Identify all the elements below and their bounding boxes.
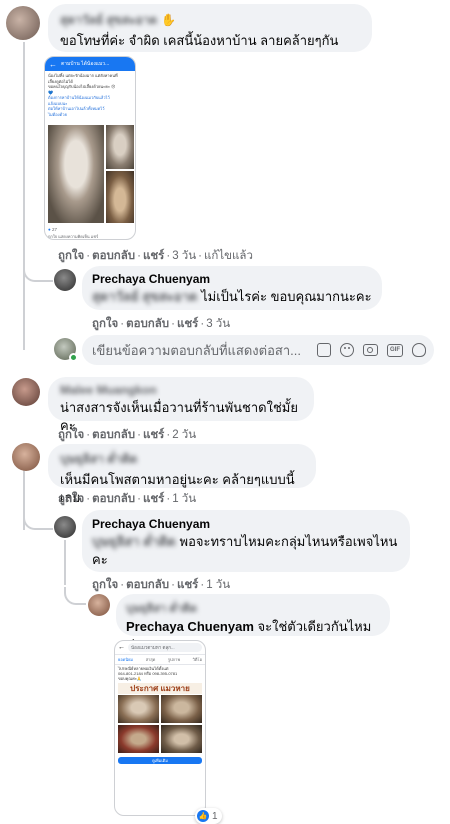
reply-text: ไม่เป็นไรค่ะ ขอบคุณมากนะคะ (201, 289, 372, 304)
avatar[interactable] (12, 378, 40, 406)
cat-photo (118, 695, 159, 723)
reply-bubble: บุษยุลิสา ต่ำติด Prechaya Chuenyam จะใช่… (116, 594, 390, 652)
back-icon: ← (118, 644, 125, 651)
timestamp[interactable]: 1 วัน (172, 493, 196, 505)
like-button[interactable]: ถูกใจ (58, 250, 84, 262)
sticker-icon[interactable] (317, 343, 331, 357)
timestamp[interactable]: 1 วัน (206, 579, 230, 591)
comment-actions: ถูกใจ · ตอบกลับ · แชร์ · 3 วัน (92, 318, 231, 330)
avatar[interactable] (6, 6, 40, 40)
screenshot-tab: วิดีโอ (192, 657, 202, 662)
like-button[interactable]: ถูกใจ (58, 493, 84, 505)
reply-button[interactable]: ตอบกลับ (92, 250, 135, 262)
cat-photo (106, 125, 134, 169)
comment-actions: ถูกใจ · ตอบกลับ · แชร์ · 3 วัน · แก้ไขแล้ว (58, 250, 253, 262)
share-button[interactable]: แชร์ (177, 579, 198, 591)
reply-input-box[interactable]: เขียนข้อความตอบกลับที่แสดงต่อสา... GIF (82, 335, 434, 365)
screenshot-more-button: ดูเพิ่มเติม (118, 757, 202, 764)
edited-label[interactable]: แก้ไขแล้ว (204, 250, 253, 262)
comment-text: บุษยุลิสา ต่ำติด พอจะทราบไหมคะกลุ่มไหนหร… (92, 533, 400, 569)
cat-photo (118, 725, 159, 753)
like-button[interactable]: ถูกใจ (92, 579, 118, 591)
reaction-count: 27 (51, 227, 57, 232)
online-status-dot (69, 353, 78, 362)
timestamp[interactable]: 3 วัน (206, 318, 230, 330)
cat-photo (48, 125, 104, 223)
comment-actions: ถูกใจ · ตอบกลับ · แชร์ · 2 วัน (58, 429, 197, 441)
commenter-name[interactable]: Prechaya Chuenyam (92, 272, 372, 286)
like-button[interactable]: ถูกใจ (58, 429, 84, 441)
screenshot-tab: ยอดนิยม (118, 657, 134, 662)
like-reaction-icon: 👍 (197, 810, 209, 822)
attached-screenshot[interactable]: ← น้องแมวตามหา ตลุก... ยอดนิยม ล่าสุด รู… (114, 640, 206, 816)
comment-text: สุดาวัลย์ สุขสะอาด ไม่เป็นไรค่ะ ขอบคุณมา… (92, 288, 372, 306)
reaction-count: 1 (212, 810, 218, 822)
comment-bubble: Malee Muangkon น่าสงสารจังเห็นเมื่อวานที… (48, 377, 314, 433)
reply-bubble: Prechaya Chuenyam บุษยุลิสา ต่ำติด พอจะท… (82, 510, 410, 572)
cat-photo (161, 725, 202, 753)
commenter-name-text[interactable]: สุดาวัลย์ สุขสะอาด (60, 13, 157, 27)
cat-photo (106, 171, 134, 223)
thread-line (64, 540, 66, 585)
reply-input-placeholder[interactable]: เขียนข้อความตอบกลับที่แสดงต่อสา... (92, 340, 309, 361)
timestamp[interactable]: 2 วัน (172, 429, 196, 441)
avatar[interactable] (88, 594, 110, 616)
gif-icon[interactable]: GIF (387, 343, 403, 357)
waving-hand-icon: ✋ (161, 13, 177, 27)
thread-connector (23, 262, 53, 282)
cat-photo (161, 695, 202, 723)
comment-actions: ถูกใจ · ตอบกลับ · แชร์ · 1 วัน (92, 579, 231, 591)
avatar[interactable] (12, 443, 40, 471)
mention[interactable]: บุษยุลิสา ต่ำติด (92, 534, 176, 549)
reply-button[interactable]: ตอบกลับ (126, 318, 169, 330)
screenshot-tab: รูปภาพ (167, 657, 181, 662)
thread-connector (64, 587, 86, 605)
screenshot-line: ขอบคุณค่ะ🙏 (118, 676, 142, 681)
screenshot-more-label: ดูเพิ่มเติม (152, 758, 168, 763)
commenter-name[interactable]: บุษยุลิสา ต่ำติด (60, 450, 304, 469)
share-button[interactable]: แชร์ (143, 250, 164, 262)
timestamp[interactable]: 3 วัน (172, 250, 196, 262)
comment-actions: ถูกใจ · ตอบกลับ · แชร์ · 1 วัน (58, 493, 197, 505)
share-button[interactable]: แชร์ (143, 429, 164, 441)
avatar-sticker-icon[interactable] (412, 343, 426, 357)
camera-icon[interactable] (363, 344, 378, 356)
reply-button[interactable]: ตอบกลับ (126, 579, 169, 591)
reply-button[interactable]: ตอบกลับ (92, 429, 135, 441)
reply-bubble: Prechaya Chuenyam สุดาวัลย์ สุขสะอาด ไม่… (82, 266, 382, 310)
lost-cat-banner: ประกาศ แมวหาย (118, 683, 202, 694)
screenshot-footer: ถูกใจ แสดงความคิดเห็น แชร์ (48, 234, 99, 239)
avatar[interactable] (54, 516, 76, 538)
comment-text: ขอโทษที่ค่ะ จำผิด เคสนี้น้องหาบ้าน ลายคล… (60, 33, 339, 48)
screenshot-line: ไม่ต้องด้วย (48, 111, 67, 117)
back-icon: ← (49, 59, 57, 69)
commenter-name[interactable]: Prechaya Chuenyam (92, 517, 400, 531)
thread-line (23, 42, 25, 350)
emoji-icon[interactable] (340, 343, 354, 357)
avatar[interactable] (54, 269, 76, 291)
attached-screenshot[interactable]: ← ตามบ้าน ได้น้องแมว... น้องไม่ทิ้ง แต่จ… (44, 56, 136, 240)
mention[interactable]: Prechaya Chuenyam (126, 619, 254, 634)
share-button[interactable]: แชร์ (143, 493, 164, 505)
reaction-icon: ● (48, 227, 51, 232)
like-button[interactable]: ถูกใจ (92, 318, 118, 330)
share-button[interactable]: แชร์ (177, 318, 198, 330)
commenter-name[interactable]: Malee Muangkon (60, 383, 302, 397)
screenshot-header: ตามบ้าน ได้น้องแมว... (61, 61, 110, 67)
reply-button[interactable]: ตอบกลับ (92, 493, 135, 505)
comment-bubble: สุดาวัลย์ สุขสะอาด ✋ ขอโทษที่ค่ะ จำผิด เค… (48, 4, 372, 52)
screenshot-tab: ล่าสุด (145, 657, 156, 662)
screenshot-search: น้องแมวตามหา ตลุก... (128, 643, 202, 652)
commenter-name[interactable]: สุดาวัลย์ สุขสะอาด ✋ (60, 11, 360, 30)
comment-bubble: บุษยุลิสา ต่ำติด เห็นมีคนโพสตามหาอยู่นะค… (48, 444, 316, 505)
commenter-name[interactable]: บุษยุลิสา ต่ำติด (126, 599, 380, 617)
thread-connector (23, 510, 53, 530)
mention[interactable]: สุดาวัลย์ สุขสะอาด (92, 289, 197, 304)
